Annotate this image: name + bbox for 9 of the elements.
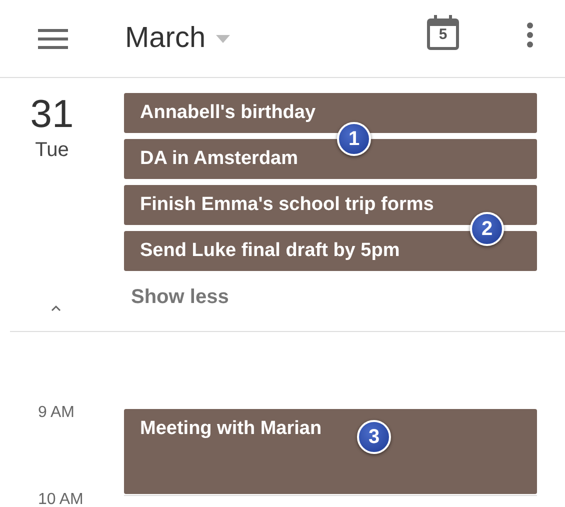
hour-label: 10 AM xyxy=(38,491,84,507)
chevron-up-icon[interactable] xyxy=(51,305,61,311)
show-less-button[interactable]: Show less xyxy=(131,286,229,309)
month-dropdown[interactable]: March xyxy=(125,22,230,55)
weekday: Tue xyxy=(35,139,69,162)
hour-label: 9 AM xyxy=(38,404,74,422)
day-number: 31 xyxy=(30,93,74,137)
menu-icon[interactable] xyxy=(38,28,68,50)
more-options-icon[interactable] xyxy=(525,22,535,48)
